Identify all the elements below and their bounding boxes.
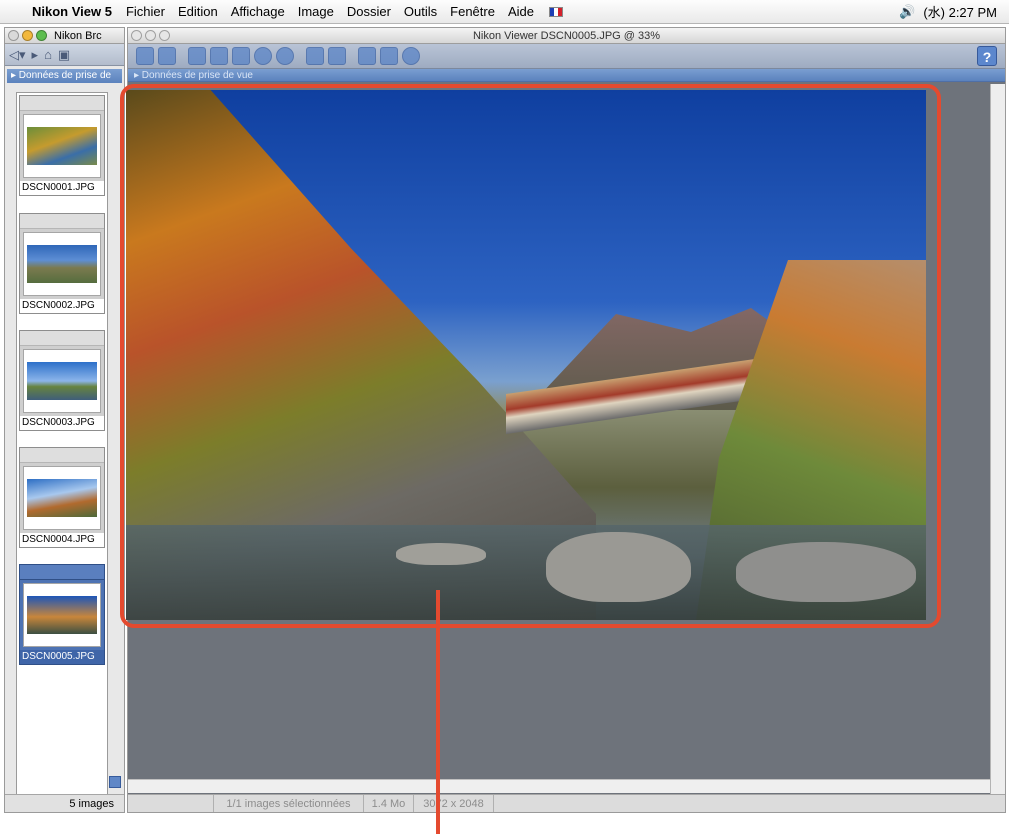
thumbnail-header <box>20 331 104 346</box>
menu-clock[interactable]: (水) 2:27 PM <box>923 2 997 21</box>
menu-dossier[interactable]: Dossier <box>347 4 391 19</box>
menu-image[interactable]: Image <box>298 4 334 19</box>
menu-fichier[interactable]: Fichier <box>126 4 165 19</box>
next-image-icon[interactable] <box>158 47 176 65</box>
info-icon[interactable] <box>402 47 420 65</box>
thumbnail-frame <box>23 583 101 647</box>
thumbnail-name: DSCN0001.JPG <box>20 181 104 195</box>
help-button[interactable]: ? <box>977 46 997 66</box>
email-icon[interactable] <box>380 47 398 65</box>
viewer-titlebar[interactable]: Nikon Viewer DSCN0005.JPG @ 33% <box>128 28 1005 44</box>
photo-highlight-frame <box>120 84 941 628</box>
menu-fenetre[interactable]: Fenêtre <box>450 4 495 19</box>
thumbnail-image <box>27 245 97 283</box>
new-folder-icon[interactable]: ▣ <box>58 47 70 63</box>
vertical-scrollbar[interactable] <box>990 84 1005 812</box>
thumbnail-item[interactable]: DSCN0002.JPG <box>19 213 105 314</box>
browser-title: Nikon Brc <box>54 29 102 42</box>
viewer-toolbar: ? <box>128 44 1005 69</box>
viewer-title: Nikon Viewer DSCN0005.JPG @ 33% <box>472 29 661 42</box>
thumbnail-frame <box>23 114 101 178</box>
thumbnail-name: DSCN0002.JPG <box>20 299 104 313</box>
horizontal-scrollbar[interactable] <box>128 779 990 793</box>
status-file-size: 1.4 Mo <box>364 795 414 812</box>
speaker-icon[interactable]: 🔊 <box>899 4 915 20</box>
status-spacer <box>128 795 214 812</box>
parent-folder-icon[interactable]: ⌂ <box>44 47 52 62</box>
browser-titlebar[interactable]: Nikon Brc <box>5 28 124 44</box>
zoom-button[interactable] <box>36 30 47 41</box>
close-button[interactable] <box>8 30 19 41</box>
status-selection: 1/1 images sélectionnées <box>214 795 364 812</box>
thumbnail-image <box>27 596 97 634</box>
thumbnail-image <box>27 479 97 517</box>
slideshow-icon[interactable] <box>306 47 324 65</box>
thumbnail-header <box>20 96 104 111</box>
previous-image-icon[interactable] <box>136 47 154 65</box>
thumbnail-name: DSCN0004.JPG <box>20 533 104 547</box>
menu-extras: 🔊 (水) 2:27 PM <box>899 2 997 21</box>
thumbnail-item[interactable]: DSCN0001.JPG <box>19 95 105 196</box>
thumbnail-item[interactable]: DSCN0003.JPG <box>19 330 105 431</box>
zoom-in-icon[interactable] <box>254 47 272 65</box>
forward-icon[interactable]: ▸ <box>32 47 39 63</box>
browser-window: Nikon Brc ◁▾ ▸ ⌂ ▣ ▸ Données de prise de… <box>4 27 125 813</box>
callout-line <box>436 590 440 834</box>
thumbnail-frame <box>23 232 101 296</box>
thumbnail-item-selected[interactable]: DSCN0005.JPG <box>19 564 105 665</box>
edit-icon[interactable] <box>358 47 376 65</box>
viewer-section-header[interactable]: ▸ Données de prise de vue <box>128 69 1005 82</box>
menu-bar: Nikon View 5 Fichier Edition Affichage I… <box>0 0 1009 24</box>
minimize-button[interactable] <box>22 30 33 41</box>
thumbnail-name: DSCN0005.JPG <box>20 650 104 664</box>
image-count: 5 images <box>5 794 124 812</box>
menu-aide[interactable]: Aide <box>508 4 534 19</box>
thumbnail-list: DSCN0001.JPG DSCN0002.JPG DSCN0003.JPG D… <box>16 92 108 808</box>
thumbnail-header <box>20 565 104 580</box>
french-flag-icon[interactable] <box>549 6 563 17</box>
print-icon[interactable] <box>328 47 346 65</box>
thumbnail-name: DSCN0003.JPG <box>20 416 104 430</box>
thumbnail-frame <box>23 349 101 413</box>
status-dimensions: 3072 x 2048 <box>414 795 494 812</box>
rotate-left-icon[interactable] <box>210 47 228 65</box>
thumbnail-header <box>20 214 104 229</box>
menu-edition[interactable]: Edition <box>178 4 218 19</box>
browser-section-header[interactable]: ▸ Données de prise de <box>7 69 122 83</box>
thumbnail-item[interactable]: DSCN0004.JPG <box>19 447 105 548</box>
rotate-right-icon[interactable] <box>232 47 250 65</box>
thumbnail-image <box>27 127 97 165</box>
menu-app-name[interactable]: Nikon View 5 <box>32 4 112 19</box>
thumbnail-header <box>20 448 104 463</box>
browser-toolbar: ◁▾ ▸ ⌂ ▣ <box>5 44 124 66</box>
viewer-status-bar: 1/1 images sélectionnées 1.4 Mo 3072 x 2… <box>128 794 1005 812</box>
scroll-knob[interactable] <box>109 776 121 788</box>
fit-screen-icon[interactable] <box>188 47 206 65</box>
menu-affichage[interactable]: Affichage <box>231 4 285 19</box>
thumbnail-frame <box>23 466 101 530</box>
menu-outils[interactable]: Outils <box>404 4 437 19</box>
back-icon[interactable]: ◁▾ <box>9 47 26 63</box>
thumbnail-image <box>27 362 97 400</box>
zoom-out-icon[interactable] <box>276 47 294 65</box>
